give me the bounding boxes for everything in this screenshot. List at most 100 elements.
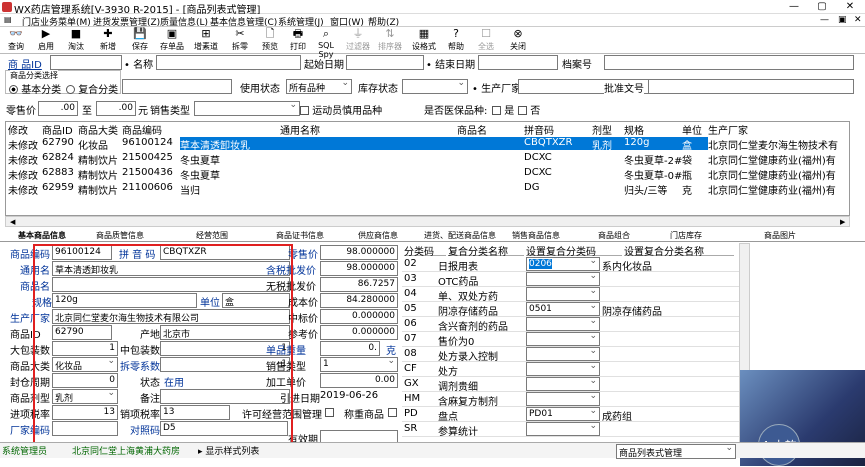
- medicare-yes-wrap[interactable]: 是: [492, 102, 514, 117]
- basic-cat-option[interactable]: 基本分类: [9, 81, 61, 96]
- scroll-left-arrow[interactable]: ◀: [10, 218, 15, 226]
- tab-3[interactable]: 商品证书信息: [276, 230, 324, 241]
- list-item[interactable]: 03 OTC药品: [402, 272, 739, 288]
- col-generic-name-header[interactable]: 通用名称: [180, 122, 420, 137]
- medicare-yes-checkbox[interactable]: [492, 106, 501, 115]
- compound-cat-radio[interactable]: [66, 85, 75, 94]
- tab-1[interactable]: 商品质管信息: [96, 230, 144, 241]
- toolbar-button-7[interactable]: ✂ 拆零: [226, 27, 254, 54]
- license-checkbox[interactable]: [325, 408, 334, 417]
- list-item[interactable]: 05 阴凉存储药品 0501 阴凉存储药品: [402, 302, 739, 318]
- status-view-select[interactable]: 商品列表式管理: [616, 444, 736, 459]
- toolbar-button-13[interactable]: ▦ 设格式: [410, 27, 438, 54]
- close-window-button[interactable]: ✕: [836, 0, 864, 14]
- notax-price-input[interactable]: 86.7257: [320, 277, 398, 292]
- list-item[interactable]: 02 日报用表 0206 系内化妆品: [402, 257, 739, 273]
- retail-price-input[interactable]: 98.000000: [320, 245, 398, 260]
- grid-horizontal-scrollbar[interactable]: ◀ ▶: [5, 216, 850, 227]
- sale-type-select[interactable]: 1: [320, 357, 398, 372]
- tab-5[interactable]: 进货、配送商品信息: [424, 230, 496, 241]
- archive-input[interactable]: [604, 55, 854, 70]
- retail-from-input[interactable]: .00: [38, 101, 78, 116]
- mdi-close-button[interactable]: ✕: [854, 15, 862, 25]
- toolbar-button-9[interactable]: 🖶 打印: [284, 27, 312, 54]
- end-date-input[interactable]: [478, 55, 558, 70]
- tab-6[interactable]: 销售商品信息: [512, 230, 560, 241]
- toolbar-button-8[interactable]: 🗋 预览: [256, 27, 284, 54]
- ref-price-input[interactable]: 0.000000: [320, 325, 398, 340]
- athlete-check-wrap[interactable]: 运动员慎用品种: [300, 102, 382, 117]
- col-code-header[interactable]: 商品编码: [122, 122, 180, 137]
- approval-input[interactable]: [648, 79, 854, 94]
- table-row[interactable]: 未修改 62824 精制饮片 21500425 冬虫夏草 DCXC 冬虫夏草-2# 袋 北京同仁…: [6, 151, 849, 167]
- minimize-button[interactable]: —: [780, 0, 808, 14]
- table-row[interactable]: 未修改 62883 精制饮片 21500436 冬虫夏草 DCXC 冬虫夏草-0#- 瓶 北京同…: [6, 166, 849, 182]
- toolbar-button-1[interactable]: ▶ 启用: [32, 27, 60, 54]
- col-category-header[interactable]: 商品大类: [78, 122, 122, 137]
- col-modify-header[interactable]: 修改: [8, 122, 42, 137]
- toolbar-button-6[interactable]: ⊞ 增素道: [192, 27, 220, 54]
- col-set-code-header[interactable]: 设置复合分类码: [526, 243, 622, 258]
- tab-0[interactable]: 基本商品信息: [18, 230, 66, 241]
- col-cat-code-header[interactable]: 分类码: [404, 243, 446, 258]
- list-item[interactable]: 04 单、双处方药: [402, 287, 739, 303]
- compound-cat-option[interactable]: 复合分类: [66, 81, 118, 96]
- athlete-checkbox[interactable]: [300, 106, 309, 115]
- set-code-select[interactable]: [526, 332, 600, 346]
- toolbar-button-3[interactable]: ✚ 新增: [94, 27, 122, 54]
- toolbar-button-4[interactable]: 💾 保存: [126, 27, 154, 54]
- list-item[interactable]: 06 含兴奋剂的药品: [402, 317, 739, 333]
- add-price-input[interactable]: 0.00: [320, 373, 398, 388]
- table-row[interactable]: 未修改 62959 精制饮片 21100606 当归 DG 归头/三等 克 北京同仁堂健康药业(…: [6, 181, 849, 197]
- toolbar-button-5[interactable]: ▣ 存单品: [158, 27, 186, 54]
- list-item[interactable]: 08 处方录入控制: [402, 347, 739, 363]
- list-item[interactable]: HM 含麻复方制剂: [402, 392, 739, 408]
- set-code-select[interactable]: [526, 272, 600, 286]
- toolbar-button-0[interactable]: 👓 查询: [2, 27, 30, 54]
- tab-7[interactable]: 商品组合: [598, 230, 630, 241]
- status-display-wrap[interactable]: ▸ 显示样式列表: [198, 444, 259, 457]
- scroll-right-arrow[interactable]: ▶: [840, 218, 845, 226]
- set-code-select[interactable]: [526, 347, 600, 361]
- status-display[interactable]: 显示样式列表: [205, 447, 259, 457]
- cost-price-input[interactable]: 84.280000: [320, 293, 398, 308]
- set-code-select[interactable]: [526, 377, 600, 391]
- category-input[interactable]: [122, 79, 232, 94]
- set-code-select[interactable]: [526, 422, 600, 436]
- toolbar-button-2[interactable]: ■ 淘汰: [62, 27, 90, 54]
- maximize-button[interactable]: ▢: [808, 0, 836, 14]
- list-item[interactable]: 07 售价为0: [402, 332, 739, 348]
- set-code-select[interactable]: PD01: [526, 407, 600, 421]
- list-item[interactable]: PD 盘点 PD01 成药组: [402, 407, 739, 423]
- toolbar-button-16[interactable]: ⊗ 关闭: [504, 27, 532, 54]
- mid-price-input[interactable]: 0.000000: [320, 309, 398, 324]
- tab-4[interactable]: 供应商信息: [358, 230, 398, 241]
- medicare-no-checkbox[interactable]: [518, 106, 527, 115]
- list-item[interactable]: GX 调剂贵细: [402, 377, 739, 393]
- weight-input[interactable]: 0.: [320, 341, 380, 356]
- set-code-select[interactable]: [526, 362, 600, 376]
- use-status-select[interactable]: 所有品种: [286, 79, 352, 94]
- toolbar-button-11[interactable]: ⏚ 过滤器: [344, 27, 372, 54]
- set-code-select[interactable]: [526, 287, 600, 301]
- product-grid[interactable]: 修改 商品ID 商品大类 商品编码 通用名称 商品名 拼音码 剂型 规格 单位 生产厂家 未修改 627…: [5, 121, 850, 216]
- col-set-name-header[interactable]: 设置复合分类名称: [624, 243, 734, 258]
- col-trade-name-header[interactable]: 商品名: [420, 122, 524, 137]
- tab-8[interactable]: 门店库存: [670, 230, 702, 241]
- tab-2[interactable]: 经营范围: [196, 230, 228, 241]
- set-code-select[interactable]: 0206: [526, 257, 600, 271]
- list-item[interactable]: CF 处方: [402, 362, 739, 378]
- toolbar-button-15[interactable]: ☐ 全选: [472, 27, 500, 54]
- set-code-select[interactable]: [526, 392, 600, 406]
- toolbar-button-10[interactable]: ⌕ SQL Spy: [312, 27, 340, 59]
- retail-to-input[interactable]: .00: [96, 101, 136, 116]
- start-date-input[interactable]: [346, 55, 424, 70]
- table-row[interactable]: 未修改 62790 化妆品 96100124 草本清透卸妆乳 CBQTXZR 乳剂 120g 盒…: [6, 136, 849, 152]
- weigh-checkbox[interactable]: [388, 408, 397, 417]
- medicare-no-wrap[interactable]: 否: [518, 102, 540, 117]
- basic-cat-radio[interactable]: [9, 85, 18, 94]
- col-form-header[interactable]: 剂型: [592, 122, 624, 137]
- mdi-restore-button[interactable]: ▣: [838, 15, 847, 25]
- set-code-select[interactable]: [526, 317, 600, 331]
- sales-type-select[interactable]: [194, 101, 300, 116]
